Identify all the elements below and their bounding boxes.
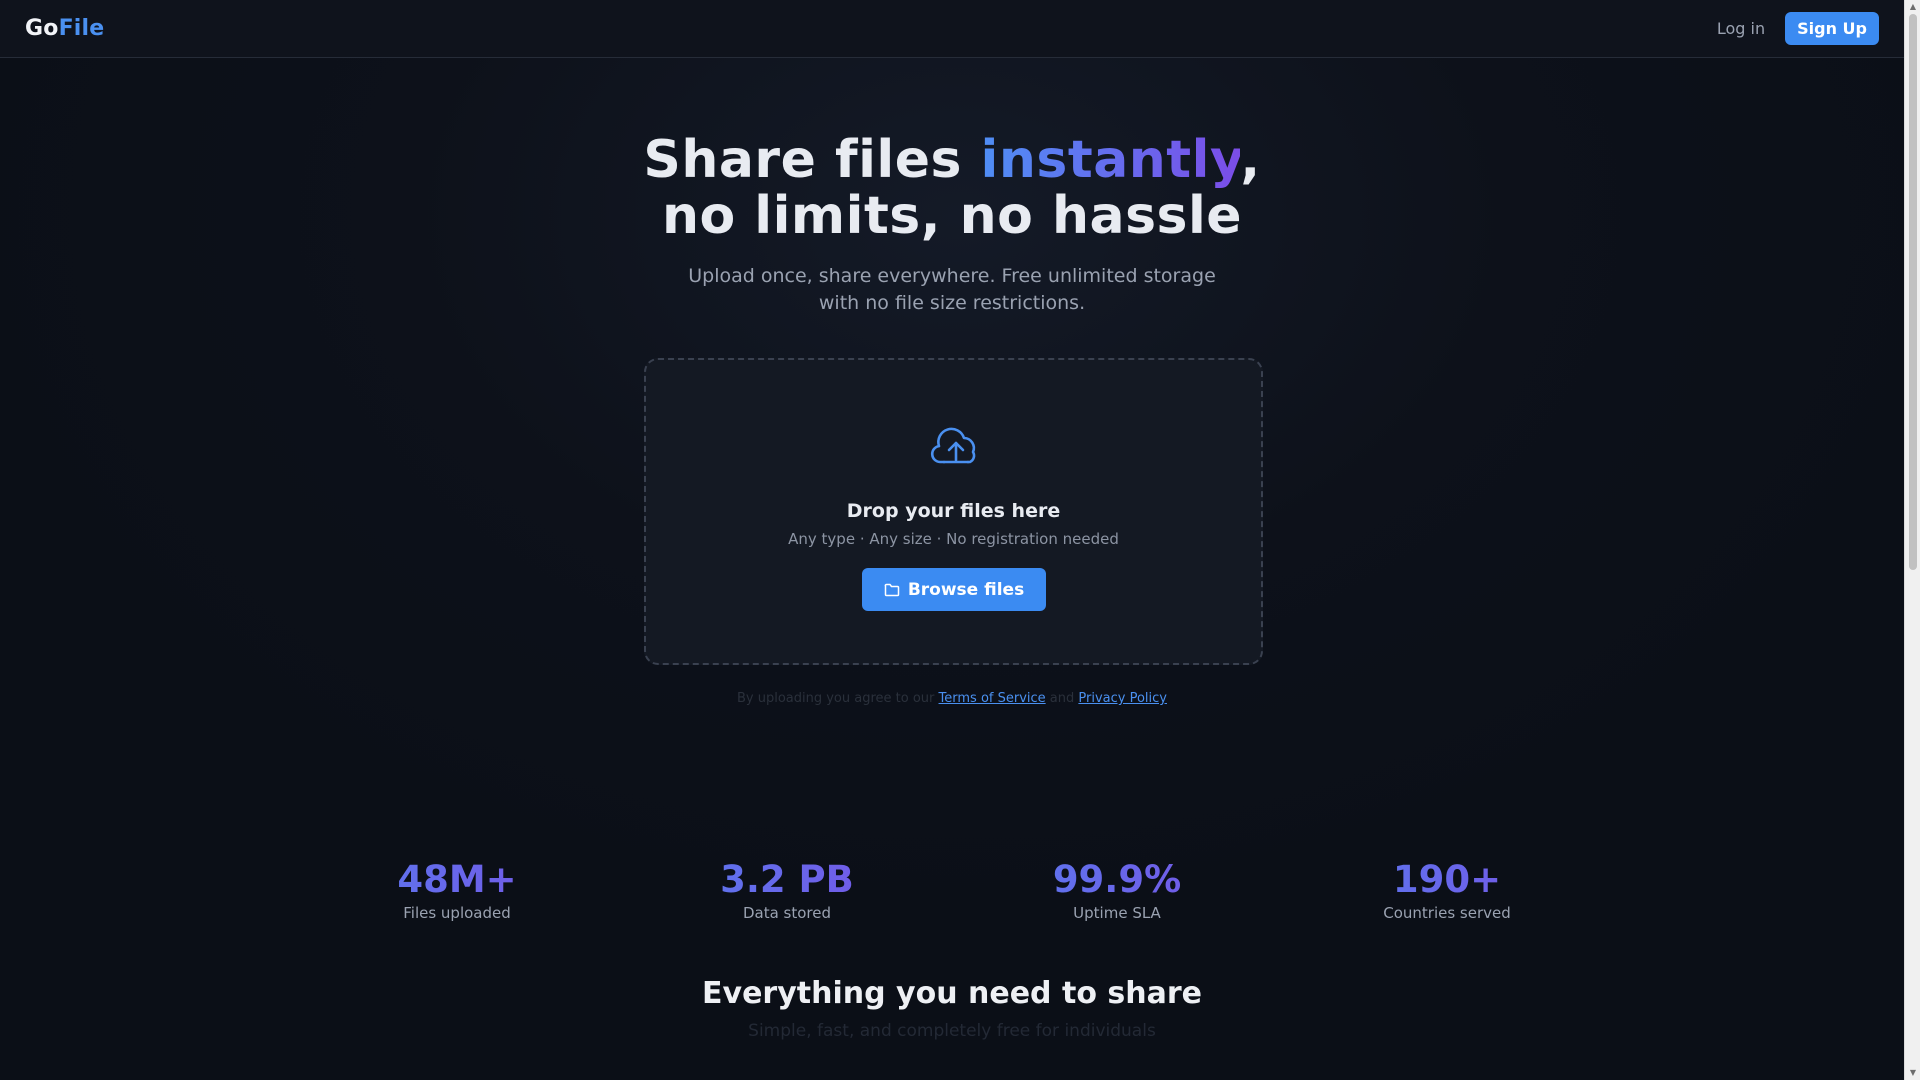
hero-title-comma: ,: [1240, 130, 1261, 190]
gofile-logo[interactable]: GoFile: [25, 16, 104, 41]
browse-files-button[interactable]: Browse files: [862, 568, 1046, 611]
privacy-policy-link[interactable]: Privacy Policy: [1078, 691, 1167, 706]
file-dropzone[interactable]: Drop your files here Any type · Any size…: [644, 358, 1263, 665]
stat-countries: 190+ Countries served: [1327, 858, 1567, 922]
stat-value: 3.2 PB: [667, 858, 907, 902]
header-nav: Log in Sign Up: [1717, 12, 1879, 45]
stat-data-stored: 3.2 PB Data stored: [667, 858, 907, 922]
stat-value: 48M+: [337, 858, 577, 902]
folder-icon: [884, 583, 900, 596]
stat-label: Countries served: [1383, 904, 1511, 922]
terms-of-service-link[interactable]: Terms of Service: [939, 691, 1046, 706]
scroll-up-arrow-icon[interactable]: ▲: [1905, 0, 1920, 14]
stat-value: 99.9%: [997, 858, 1237, 902]
top-navbar: GoFile Log in Sign Up: [0, 0, 1904, 58]
terms-prefix: By uploading you agree to our: [736, 691, 939, 706]
hero-title-line2: no limits, no hassle: [661, 186, 1243, 246]
features-subtitle: Simple, fast, and completely free for in…: [748, 1021, 1156, 1041]
hero-subtitle-line1: Upload once, share everywhere. Free unli…: [688, 265, 1216, 287]
features-title: Everything you need to share: [702, 976, 1202, 1011]
terms-middle: and: [1045, 691, 1079, 706]
hero-title-part1: Share files: [643, 130, 981, 190]
logo-text-go: Go: [25, 16, 59, 41]
dropzone-subtitle: Any type · Any size · No registration ne…: [788, 530, 1119, 548]
stat-label: Files uploaded: [403, 904, 511, 922]
stat-value: 190+: [1327, 858, 1567, 902]
hero-title-accent: instantly: [980, 130, 1241, 190]
page-scrollbar[interactable]: ▲ ▼: [1904, 0, 1920, 1080]
cloud-upload-icon: [930, 427, 976, 464]
signup-button[interactable]: Sign Up: [1785, 12, 1879, 45]
stat-files-uploaded: 48M+ Files uploaded: [337, 858, 577, 922]
login-link[interactable]: Log in: [1717, 19, 1765, 38]
stat-label: Data stored: [742, 904, 832, 922]
page: GoFile Log in Sign Up Share files instan…: [0, 0, 1920, 1080]
upload-terms-notice: By uploading you agree to our Terms of S…: [0, 691, 1904, 706]
scroll-down-arrow-icon[interactable]: ▼: [1905, 1066, 1920, 1080]
hero-title: Share files instantly, no limits, no has…: [0, 132, 1904, 244]
hero-subtitle: Upload once, share everywhere. Free unli…: [0, 263, 1904, 317]
dropzone-title: Drop your files here: [846, 500, 1061, 522]
hero-subtitle-line2: with no file size restrictions.: [818, 292, 1086, 314]
stat-uptime: 99.9% Uptime SLA: [997, 858, 1237, 922]
browse-files-label: Browse files: [907, 579, 1025, 600]
stat-label: Uptime SLA: [1073, 904, 1161, 922]
logo-text-file: File: [58, 16, 105, 41]
scroll-thumb[interactable]: [1909, 14, 1917, 570]
